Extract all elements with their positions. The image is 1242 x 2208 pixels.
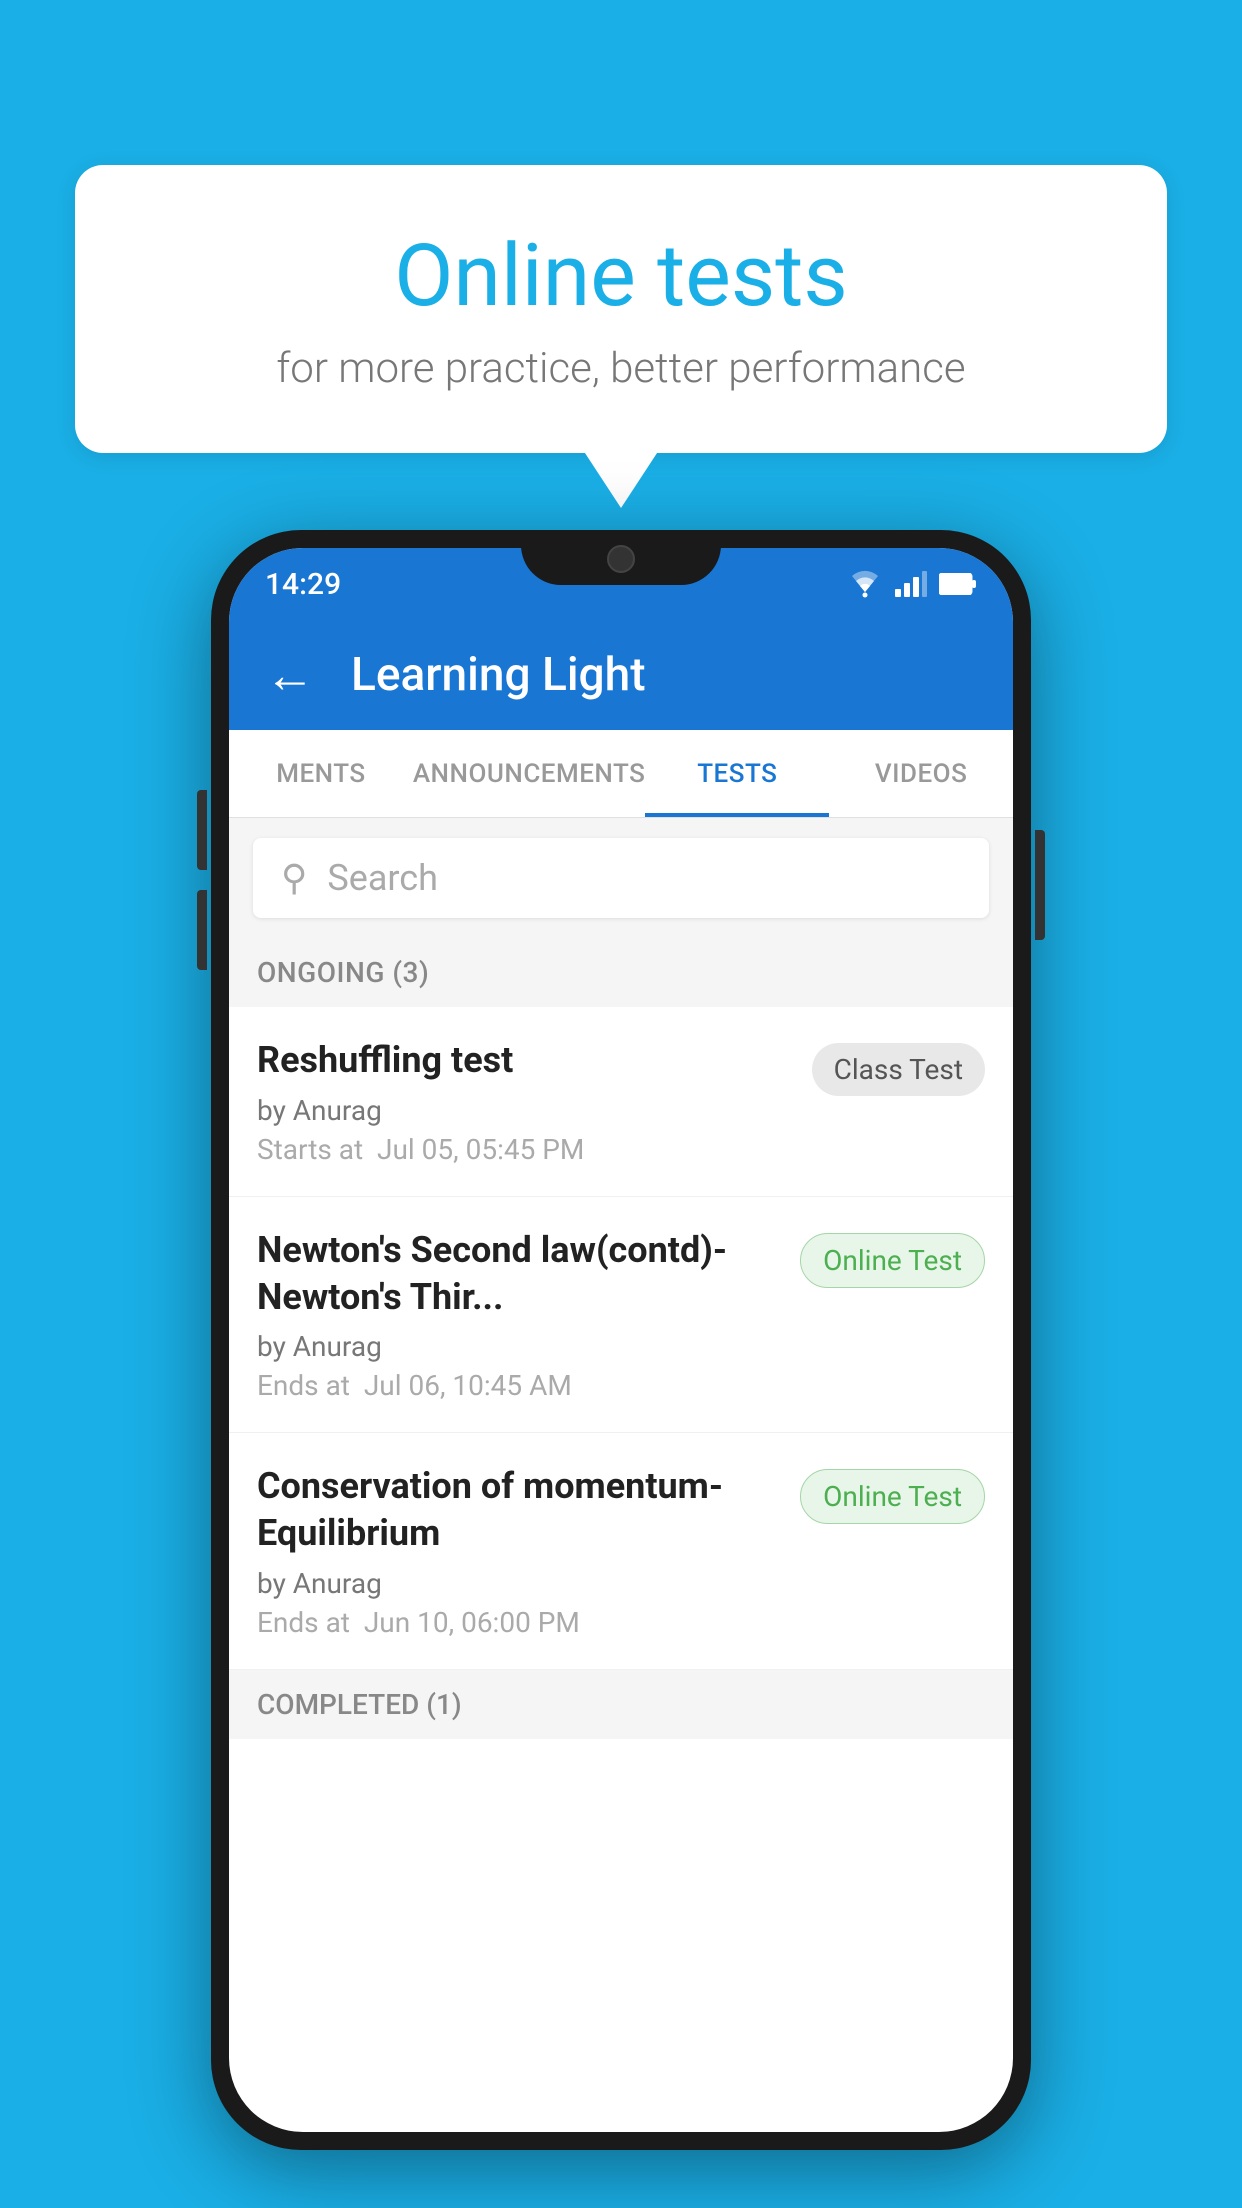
test-author: by Anurag bbox=[257, 1094, 792, 1127]
search-box[interactable]: ⚲ Search bbox=[253, 838, 989, 918]
phone-notch bbox=[521, 530, 721, 585]
test-item[interactable]: Newton's Second law(contd)-Newton's Thir… bbox=[229, 1197, 1013, 1434]
volume-down-button bbox=[197, 890, 207, 970]
phone-device: 14:29 bbox=[211, 530, 1031, 2150]
status-icons bbox=[847, 570, 977, 598]
tab-announcements[interactable]: ANNOUNCEMENTS bbox=[413, 730, 646, 817]
tab-bar: MENTS ANNOUNCEMENTS TESTS VIDEOS bbox=[229, 730, 1013, 818]
tab-assignments[interactable]: MENTS bbox=[229, 730, 413, 817]
front-camera bbox=[607, 545, 635, 573]
test-list: Reshuffling test by Anurag Starts at Jul… bbox=[229, 1007, 1013, 1670]
ongoing-label: ONGOING (3) bbox=[257, 956, 429, 989]
power-button bbox=[1035, 830, 1045, 940]
online-test-badge-2: Online Test bbox=[800, 1469, 985, 1524]
test-title: Reshuffling test bbox=[257, 1037, 792, 1084]
completed-label: COMPLETED (1) bbox=[257, 1688, 462, 1721]
test-title: Conservation of momentum-Equilibrium bbox=[257, 1463, 780, 1557]
signal-icon bbox=[895, 571, 927, 597]
tab-tests[interactable]: TESTS bbox=[645, 730, 829, 817]
wifi-icon bbox=[847, 570, 883, 598]
volume-up-button bbox=[197, 790, 207, 870]
test-item[interactable]: Conservation of momentum-Equilibrium by … bbox=[229, 1433, 1013, 1670]
search-container: ⚲ Search bbox=[229, 818, 1013, 938]
search-icon: ⚲ bbox=[281, 857, 307, 899]
app-title: Learning Light bbox=[351, 648, 646, 702]
tab-videos[interactable]: VIDEOS bbox=[829, 730, 1013, 817]
phone-screen: 14:29 bbox=[229, 548, 1013, 2132]
battery-icon bbox=[939, 573, 977, 595]
status-time: 14:29 bbox=[265, 567, 341, 602]
test-author: by Anurag bbox=[257, 1567, 780, 1600]
test-item-content: Conservation of momentum-Equilibrium by … bbox=[257, 1463, 800, 1639]
test-item[interactable]: Reshuffling test by Anurag Starts at Jul… bbox=[229, 1007, 1013, 1197]
test-item-content: Newton's Second law(contd)-Newton's Thir… bbox=[257, 1227, 800, 1403]
app-bar: ← Learning Light bbox=[229, 620, 1013, 730]
speech-bubble-title: Online tests bbox=[155, 225, 1087, 326]
test-time: Ends at Jul 06, 10:45 AM bbox=[257, 1369, 780, 1402]
test-time: Starts at Jul 05, 05:45 PM bbox=[257, 1133, 792, 1166]
completed-section-header: COMPLETED (1) bbox=[229, 1670, 1013, 1739]
test-time: Ends at Jun 10, 06:00 PM bbox=[257, 1606, 780, 1639]
phone-frame: 14:29 bbox=[211, 530, 1031, 2150]
speech-bubble-subtitle: for more practice, better performance bbox=[155, 344, 1087, 393]
class-test-badge: Class Test bbox=[812, 1043, 985, 1096]
speech-bubble-container: Online tests for more practice, better p… bbox=[75, 165, 1167, 453]
test-title: Newton's Second law(contd)-Newton's Thir… bbox=[257, 1227, 780, 1321]
test-item-content: Reshuffling test by Anurag Starts at Jul… bbox=[257, 1037, 812, 1166]
test-author: by Anurag bbox=[257, 1330, 780, 1363]
search-input[interactable]: Search bbox=[327, 857, 438, 899]
back-button[interactable]: ← bbox=[265, 646, 315, 705]
speech-bubble: Online tests for more practice, better p… bbox=[75, 165, 1167, 453]
ongoing-section-header: ONGOING (3) bbox=[229, 938, 1013, 1007]
online-test-badge: Online Test bbox=[800, 1233, 985, 1288]
